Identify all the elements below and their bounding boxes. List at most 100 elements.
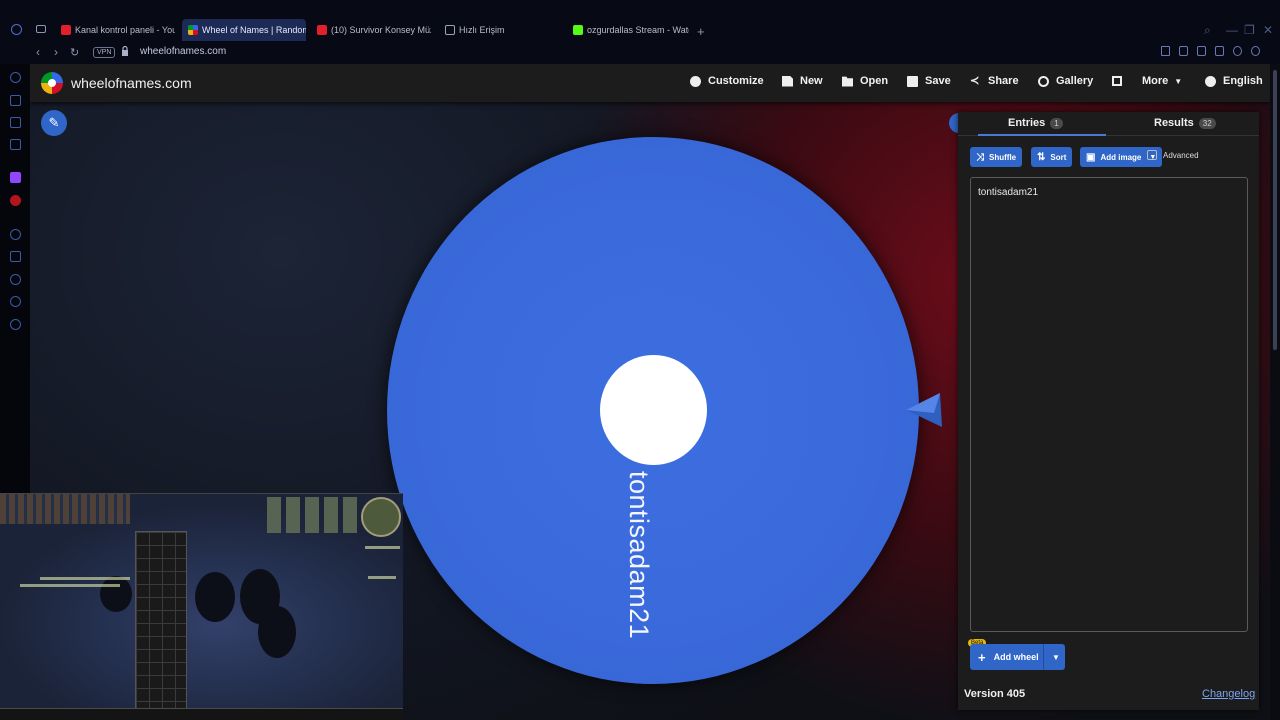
- tab-menu-icon[interactable]: [36, 25, 46, 33]
- tab-wheel-of-names[interactable]: Wheel of Names | Random: [182, 19, 306, 41]
- pin-icon[interactable]: [10, 251, 21, 262]
- tab-title: Wheel of Names | Random: [202, 25, 306, 35]
- wheel-center-hub[interactable]: [600, 355, 707, 465]
- new-button[interactable]: New: [782, 75, 823, 87]
- fullscreen-icon[interactable]: [1112, 76, 1122, 86]
- results-count-badge: 32: [1198, 117, 1216, 129]
- advanced-checkbox[interactable]: [1147, 150, 1157, 160]
- history-icon[interactable]: [10, 274, 21, 285]
- save-label: Save: [925, 75, 951, 87]
- game-chat-line: [368, 576, 396, 579]
- active-tab-indicator: [978, 134, 1106, 136]
- url-field[interactable]: wheelofnames.com: [140, 46, 226, 57]
- share-button[interactable]: ≺ Share: [970, 75, 1019, 87]
- changelog-link[interactable]: Changelog: [1202, 688, 1255, 700]
- sort-label: Sort: [1050, 152, 1067, 162]
- page-scrollbar[interactable]: [1270, 64, 1280, 720]
- youtube-icon: [317, 25, 327, 35]
- wallet-icon[interactable]: [1215, 46, 1224, 56]
- site-logo-icon[interactable]: [41, 72, 63, 94]
- new-file-icon: [782, 75, 793, 87]
- game-skill-icons: [267, 497, 359, 533]
- game-chat-line: [365, 546, 400, 549]
- bookmark-icon[interactable]: [1161, 46, 1170, 56]
- globe-icon: [1205, 75, 1216, 87]
- tab-results[interactable]: Results 32: [1154, 117, 1216, 129]
- sort-button[interactable]: ⇅ Sort: [1031, 147, 1073, 167]
- kick-icon: [573, 25, 583, 35]
- close-window-icon[interactable]: ✕: [1263, 23, 1273, 37]
- open-button[interactable]: Open: [842, 75, 888, 87]
- button-separator: [1043, 644, 1044, 670]
- player-sidebar-icon[interactable]: [10, 229, 21, 240]
- minimize-icon[interactable]: —: [1226, 23, 1238, 37]
- game-inventory: [135, 531, 187, 719]
- tab-kick-stream[interactable]: ozgurdallas Stream - Watc: [567, 19, 689, 41]
- messenger-icon[interactable]: [10, 117, 21, 128]
- extensions-icon[interactable]: [10, 296, 21, 307]
- shuffle-button[interactable]: ⤨ Shuffle: [970, 147, 1023, 167]
- settings-icon[interactable]: [10, 319, 21, 330]
- wheel-pointer-icon: [906, 393, 942, 427]
- site-title[interactable]: wheelofnames.com: [71, 75, 192, 91]
- advanced-label: Advanced: [1163, 150, 1199, 160]
- palette-icon: [690, 75, 701, 87]
- entries-textarea[interactable]: tontisadam21: [970, 177, 1248, 632]
- edit-pencil-icon[interactable]: ✎: [41, 110, 67, 136]
- adblock-icon[interactable]: [1197, 46, 1206, 56]
- twitch-icon[interactable]: [10, 172, 21, 183]
- snapshot-icon[interactable]: [1179, 46, 1188, 56]
- chevron-down-icon[interactable]: ▼: [1052, 653, 1060, 662]
- shopping-icon[interactable]: [10, 95, 21, 106]
- results-tab-label: Results: [1154, 117, 1194, 129]
- new-tab-icon[interactable]: +: [697, 24, 705, 39]
- opera-menu-icon[interactable]: [11, 24, 22, 35]
- maximize-icon[interactable]: ❐: [1244, 23, 1255, 37]
- plus-icon: +: [978, 649, 986, 665]
- open-label: Open: [860, 75, 889, 87]
- shuffle-label: Shuffle: [989, 152, 1017, 162]
- search-tabs-icon[interactable]: ⌕: [1204, 23, 1211, 38]
- entries-count-badge: 1: [1050, 117, 1063, 129]
- save-icon: [907, 75, 918, 87]
- wheel-of-names-icon: [188, 25, 198, 35]
- tab-title: Kanal kontrol paneli - YouT: [75, 25, 175, 35]
- customize-button[interactable]: Customize: [690, 75, 764, 87]
- game-character: [100, 576, 132, 612]
- forward-icon[interactable]: ›: [54, 45, 58, 59]
- tab-title: Hızlı Erişim: [459, 25, 505, 35]
- game-stream-overlay[interactable]: [0, 493, 403, 720]
- customize-label: Customize: [708, 75, 764, 87]
- sort-icon: ⇅: [1037, 151, 1046, 163]
- youtube-sidebar-icon[interactable]: [10, 195, 21, 206]
- add-wheel-label: Add wheel: [993, 652, 1039, 662]
- tab-speed-dial[interactable]: Hızlı Erişim: [439, 19, 559, 41]
- heart-icon[interactable]: [1251, 46, 1260, 56]
- player-icon[interactable]: [1233, 46, 1242, 56]
- tab-youtube-survivor[interactable]: (10) Survivor Konsey Müz: [311, 19, 431, 41]
- lock-icon[interactable]: [121, 46, 129, 56]
- save-button[interactable]: Save: [907, 75, 951, 87]
- search-icon: [1038, 75, 1049, 87]
- gallery-button[interactable]: Gallery: [1038, 75, 1093, 87]
- new-label: New: [800, 75, 823, 87]
- game-hotbar: [0, 708, 403, 720]
- speed-dial-icon: [445, 25, 455, 35]
- mail-icon[interactable]: [10, 139, 21, 150]
- tab-youtube-dashboard[interactable]: Kanal kontrol paneli - YouT: [55, 19, 175, 41]
- image-icon: ▣: [1086, 151, 1096, 163]
- game-character: [258, 606, 296, 658]
- vpn-badge[interactable]: VPN: [93, 47, 116, 58]
- more-menu[interactable]: More ▼: [1142, 75, 1182, 87]
- scrollbar-thumb[interactable]: [1273, 70, 1277, 350]
- game-chat-line: [40, 577, 130, 580]
- more-label: More: [1142, 75, 1169, 87]
- game-character: [195, 572, 235, 622]
- ai-icon[interactable]: [10, 72, 21, 83]
- back-icon[interactable]: ‹: [36, 45, 40, 59]
- tab-entries[interactable]: Entries 1: [1008, 117, 1063, 129]
- reload-icon[interactable]: ↻: [70, 46, 79, 59]
- language-menu[interactable]: English: [1205, 75, 1263, 87]
- add-wheel-button[interactable]: + Add wheel ▼: [970, 644, 1065, 670]
- advanced-toggle[interactable]: Advanced: [1147, 150, 1199, 160]
